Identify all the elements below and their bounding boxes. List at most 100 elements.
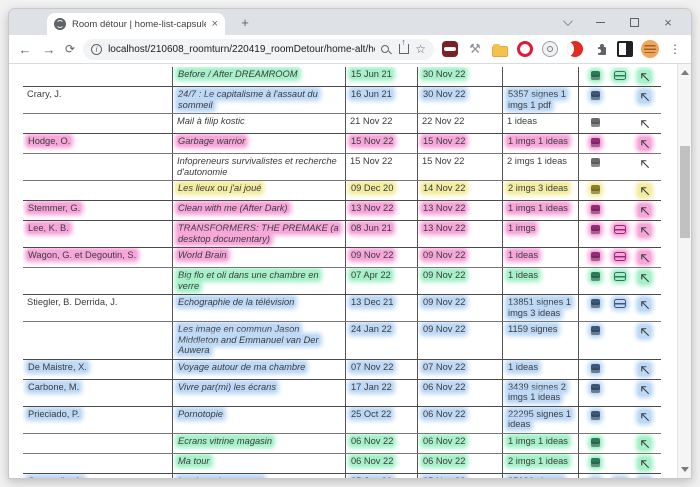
note-square-icon[interactable] (590, 363, 601, 374)
open-arrow-icon[interactable] (638, 90, 651, 103)
close-window-button[interactable]: × (651, 9, 685, 35)
scrollbar-thumb[interactable] (680, 146, 690, 238)
title-cell[interactable]: Vivre par(mi) les écrans (173, 380, 346, 406)
capsule-icon[interactable] (613, 70, 627, 81)
maximize-button[interactable] (617, 9, 651, 35)
note-square-icon[interactable] (590, 137, 601, 148)
scroll-down-icon[interactable] (681, 467, 689, 472)
note-square-icon[interactable] (590, 204, 601, 215)
note-square-icon[interactable] (590, 157, 601, 168)
browser-menu-icon[interactable]: ⋮ (667, 42, 683, 56)
side-panel-icon[interactable] (617, 41, 633, 57)
capsule-icon[interactable] (613, 271, 627, 282)
note-square-icon[interactable] (590, 437, 601, 448)
capsule-icon[interactable] (613, 224, 627, 235)
note-square-icon[interactable] (590, 251, 601, 262)
note-square-icon[interactable] (590, 117, 601, 128)
open-arrow-icon[interactable] (638, 298, 651, 311)
note-square-icon[interactable] (590, 298, 601, 309)
note-square-icon[interactable] (590, 325, 601, 336)
title-cell[interactable]: 24/7 : Le capitalisme à l'assaut du somm… (173, 87, 346, 113)
zoom-icon[interactable] (381, 45, 389, 53)
note-square-icon[interactable] (590, 271, 601, 282)
new-tab-button[interactable]: + (235, 13, 255, 33)
open-arrow-icon[interactable] (638, 117, 651, 130)
modified-date: 06 Nov 22 (422, 436, 466, 446)
glasses-extension-icon[interactable] (442, 41, 458, 57)
title-cell[interactable]: Before / After DREAMROOM (173, 67, 346, 86)
open-arrow-icon[interactable] (638, 437, 651, 450)
title-cell[interactable]: Garbage warrior (173, 134, 346, 153)
note-square-icon[interactable] (590, 410, 601, 421)
title-cell[interactable]: Mail à filip kostic (173, 114, 346, 133)
url-text[interactable]: localhost/210608_roomturn/220419_roomDet… (108, 44, 375, 55)
page-info-icon[interactable]: i (91, 44, 102, 55)
icons-cell (579, 268, 661, 294)
dark-mode-extension-icon[interactable] (567, 41, 583, 57)
profile-avatar[interactable] (641, 40, 659, 58)
title-cell[interactable]: Ecrans vitrine magasin (173, 434, 346, 453)
trident-extension-icon[interactable]: ⚒ (467, 41, 483, 57)
camera-extension-icon[interactable] (542, 41, 558, 57)
note-square-icon[interactable] (590, 184, 601, 195)
open-arrow-icon[interactable] (638, 224, 651, 237)
modified-date-cell: 05 Nov 22 (418, 474, 503, 479)
note-square-icon[interactable] (590, 90, 601, 101)
open-arrow-icon[interactable] (638, 457, 651, 470)
open-arrow-icon[interactable] (638, 251, 651, 264)
open-arrow-icon[interactable] (638, 363, 651, 376)
title-cell[interactable]: Big flo et oli dans une chambre en verre (173, 268, 346, 294)
puzzle-extension-icon[interactable] (592, 41, 608, 57)
minimize-button[interactable] (583, 9, 617, 35)
note-square-icon[interactable] (590, 457, 601, 468)
title-cell[interactable]: Les lieux ou j'ai joué (173, 181, 346, 200)
entry-title: Voyage autour de ma chambre (177, 362, 306, 372)
open-arrow-icon[interactable] (638, 70, 651, 83)
share-icon[interactable] (399, 44, 409, 54)
tab-search-chevron-icon[interactable] (549, 9, 583, 35)
note-square-icon[interactable] (590, 477, 601, 479)
title-cell[interactable]: Le site et le paysage (173, 474, 346, 479)
back-button[interactable]: ← (17, 42, 33, 57)
author-cell: Crary, J. (23, 87, 173, 113)
tab-close-icon[interactable]: × (212, 19, 218, 30)
open-arrow-icon[interactable] (638, 137, 651, 150)
bookmark-star-icon[interactable]: ☆ (415, 43, 426, 55)
title-cell[interactable]: Clean with me (After Dark) (173, 201, 346, 220)
open-arrow-icon[interactable] (638, 383, 651, 396)
open-arrow-icon[interactable] (638, 410, 651, 423)
title-cell[interactable]: Pornotopie (173, 407, 346, 433)
open-arrow-icon[interactable] (638, 184, 651, 197)
capsule-icon[interactable] (613, 477, 627, 479)
title-cell[interactable]: Infopreneurs survivalistes et recherche … (173, 154, 346, 180)
forward-button[interactable]: → (41, 42, 57, 57)
note-square-icon[interactable] (590, 383, 601, 394)
browser-tab[interactable]: Room détour | home-list-capsule × (47, 13, 225, 35)
capsule-icon[interactable] (613, 251, 627, 262)
scroll-up-icon[interactable] (681, 70, 689, 75)
title-cell[interactable]: Les image en commun Jason Middleton and … (173, 322, 346, 359)
title-cell[interactable]: Voyage autour de ma chambre (173, 360, 346, 379)
capsule-icon[interactable] (613, 298, 627, 309)
entry-title: Echographie de la télévision (177, 297, 295, 307)
created-date-cell: 25 Jun 21 (346, 474, 418, 479)
open-arrow-icon[interactable] (638, 325, 651, 338)
ring-extension-icon[interactable] (517, 41, 533, 57)
created-date: 15 Jun 21 (350, 69, 393, 79)
open-arrow-icon[interactable] (638, 157, 651, 170)
reload-button[interactable]: ⟳ (65, 42, 75, 56)
note-square-icon[interactable] (590, 224, 601, 235)
title-cell[interactable]: Ma tour (173, 454, 346, 473)
open-arrow-icon[interactable] (638, 204, 651, 217)
title-cell[interactable]: TRANSFORMERS: THE PREMAKE (a desktop doc… (173, 221, 346, 247)
open-arrow-icon[interactable] (638, 271, 651, 284)
open-arrow-icon[interactable] (638, 477, 651, 479)
title-cell[interactable]: Echographie de la télévision (173, 295, 346, 321)
title-cell[interactable]: World Brain (173, 248, 346, 267)
table-row: Big flo et oli dans une chambre en verre… (23, 267, 661, 294)
address-bar[interactable]: i localhost/210608_roomturn/220419_roomD… (83, 39, 434, 60)
vertical-scrollbar[interactable] (677, 64, 691, 478)
note-square-icon[interactable] (590, 70, 601, 81)
folder-extension-icon[interactable] (492, 46, 508, 57)
window-controls: × (549, 9, 685, 35)
